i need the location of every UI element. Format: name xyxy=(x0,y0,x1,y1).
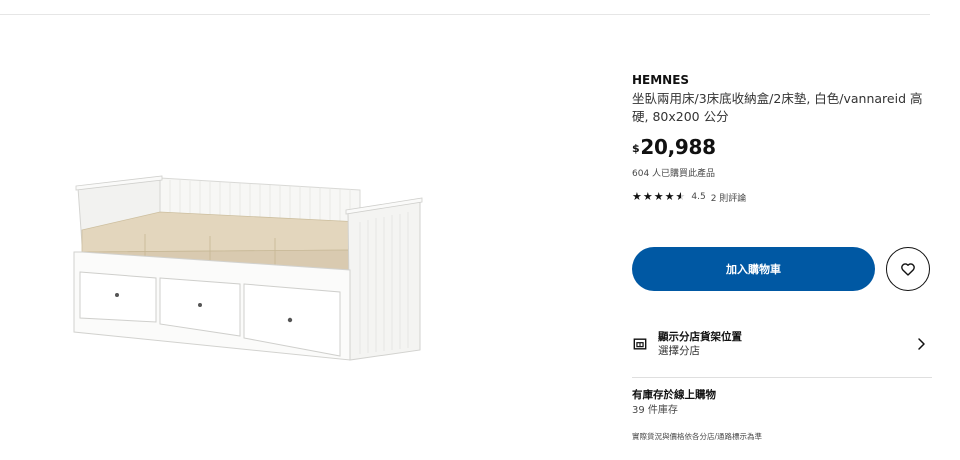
store-title: 顯示分店貨架位置 xyxy=(658,330,742,343)
stock-disclaimer: 實際貨況與價格依各分店/通路標示為準 xyxy=(632,432,763,441)
bought-count: 604 人已購買此產品 xyxy=(632,169,716,179)
stock-count: 39 件庫存 xyxy=(632,405,678,416)
stock-info: 有庫存於線上購物 39 件庫存 實際貨況與價格依各分店/通路標示為準 xyxy=(632,388,932,442)
star-icon: ★ xyxy=(664,190,675,203)
top-divider xyxy=(0,14,930,15)
stock-title: 有庫存於線上購物 xyxy=(632,389,716,401)
product-description: 坐臥兩用床/3床底收納盒/2床墊, 白色/vannareid 高硬, 80x20… xyxy=(632,91,923,124)
price-value: 20,988 xyxy=(640,135,716,159)
half-star-icon: ★ xyxy=(675,190,686,203)
product-info: HEMNES 坐臥兩用床/3床底收納盒/2床墊, 白色/vannareid 高硬… xyxy=(632,72,932,204)
store-text: 顯示分店貨架位置 選擇分店 xyxy=(658,330,742,359)
chevron-right-icon xyxy=(918,338,925,350)
store-subtitle: 選擇分店 xyxy=(658,344,700,357)
store-icon xyxy=(633,338,647,350)
star-icon: ★ xyxy=(632,190,642,203)
store-availability-row[interactable]: 顯示分店貨架位置 選擇分店 xyxy=(632,326,932,362)
product-brand: HEMNES xyxy=(632,73,690,87)
rating-value: 4.5 xyxy=(691,192,706,202)
heart-icon xyxy=(901,262,915,276)
add-to-cart-button[interactable]: 加入購物車 xyxy=(632,247,875,291)
purchase-actions: 加入購物車 xyxy=(632,247,932,291)
star-icon: ★ xyxy=(642,190,653,203)
rating-row[interactable]: ★ ★ ★ ★ ★ 4.5 2 則評論 xyxy=(632,190,932,204)
star-icon: ★ xyxy=(653,190,664,203)
favorite-button[interactable] xyxy=(886,247,930,291)
daybed-image xyxy=(73,175,423,361)
product-price: $20,988 xyxy=(632,134,932,160)
rating-stars: ★ ★ ★ ★ ★ xyxy=(632,191,685,203)
review-count-link[interactable]: 2 則評論 xyxy=(711,191,747,204)
section-divider xyxy=(632,377,932,378)
price-currency: $ xyxy=(632,142,640,155)
